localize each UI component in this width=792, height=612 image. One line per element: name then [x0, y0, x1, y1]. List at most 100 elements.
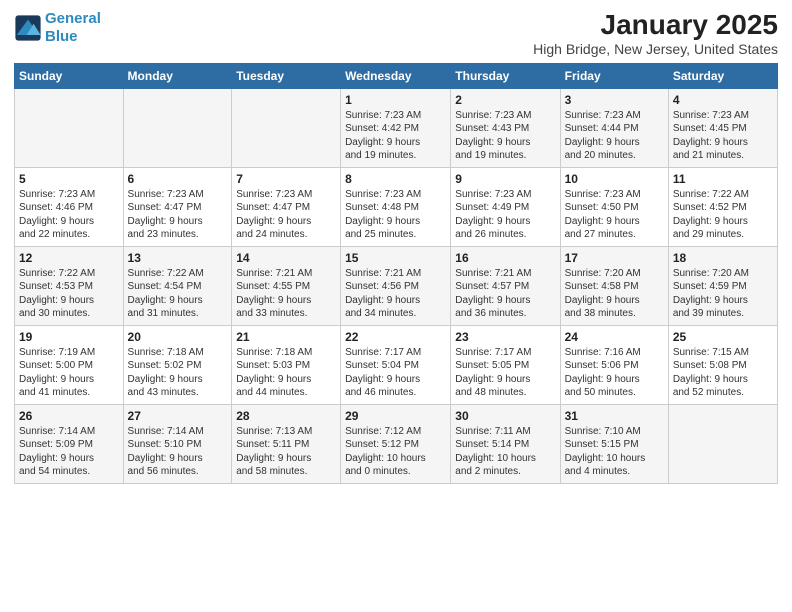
day-number: 15 — [345, 251, 446, 265]
day-number: 8 — [345, 172, 446, 186]
day-info: Sunrise: 7:18 AM Sunset: 5:03 PM Dayligh… — [236, 346, 336, 400]
logo-blue: Blue — [45, 28, 78, 45]
day-cell: 31Sunrise: 7:10 AM Sunset: 5:15 PM Dayli… — [560, 404, 668, 483]
day-cell: 20 Sunrise: 7:18 AM Sunset: 5:02 PM Dayli… — [123, 325, 232, 404]
day-info: Sunrise: 7:19 AM Sunset: 5:00 PM Dayligh… — [19, 346, 119, 400]
day-number: 1 — [345, 93, 446, 107]
day-number: 6 — [128, 172, 228, 186]
title-block: January 2025 High Bridge, New Jersey, Un… — [533, 10, 778, 57]
day-number: 19 — [19, 330, 119, 344]
day-info: Sunrise: 7:17 AM Sunset: 5:04 PM Dayligh… — [345, 346, 446, 400]
day-number: 4 — [673, 93, 773, 107]
day-info: Sunrise: 7:21 AM Sunset: 4:57 PM Dayligh… — [455, 267, 555, 321]
calendar-header-row: SundayMondayTuesdayWednesdayThursdayFrid… — [15, 63, 778, 88]
day-info: Sunrise: 7:16 AM Sunset: 5:06 PM Dayligh… — [565, 346, 664, 400]
day-number: 7 — [236, 172, 336, 186]
day-cell: 15 Sunrise: 7:21 AM Sunset: 4:56 PM Dayli… — [341, 246, 451, 325]
col-header-monday: Monday — [123, 63, 232, 88]
day-info: Sunrise: 7:18 AM Sunset: 5:02 PM Dayligh… — [128, 346, 228, 400]
day-cell — [123, 88, 232, 167]
day-number: 26 — [19, 409, 119, 423]
day-cell — [668, 404, 777, 483]
day-info: Sunrise: 7:12 AM Sunset: 5:12 PM Dayligh… — [345, 425, 446, 479]
day-number: 16 — [455, 251, 555, 265]
day-cell: 5 Sunrise: 7:23 AM Sunset: 4:46 PM Daylig… — [15, 167, 124, 246]
day-number: 27 — [128, 409, 228, 423]
day-cell: 4 Sunrise: 7:23 AM Sunset: 4:45 PM Daylig… — [668, 88, 777, 167]
day-number: 9 — [455, 172, 555, 186]
day-info: Sunrise: 7:15 AM Sunset: 5:08 PM Dayligh… — [673, 346, 773, 400]
day-info: Sunrise: 7:23 AM Sunset: 4:48 PM Dayligh… — [345, 188, 446, 242]
day-number: 5 — [19, 172, 119, 186]
day-cell: 24Sunrise: 7:16 AM Sunset: 5:06 PM Dayli… — [560, 325, 668, 404]
day-cell: 30 Sunrise: 7:11 AM Sunset: 5:14 PM Dayli… — [451, 404, 560, 483]
day-info: Sunrise: 7:21 AM Sunset: 4:56 PM Dayligh… — [345, 267, 446, 321]
day-info: Sunrise: 7:17 AM Sunset: 5:05 PM Dayligh… — [455, 346, 555, 400]
day-info: Sunrise: 7:23 AM Sunset: 4:45 PM Dayligh… — [673, 109, 773, 163]
col-header-sunday: Sunday — [15, 63, 124, 88]
logo: General Blue — [14, 10, 101, 46]
month-title: January 2025 — [533, 10, 778, 41]
day-info: Sunrise: 7:21 AM Sunset: 4:55 PM Dayligh… — [236, 267, 336, 321]
day-number: 22 — [345, 330, 446, 344]
day-info: Sunrise: 7:10 AM Sunset: 5:15 PM Dayligh… — [565, 425, 664, 479]
day-info: Sunrise: 7:23 AM Sunset: 4:47 PM Dayligh… — [128, 188, 228, 242]
day-number: 25 — [673, 330, 773, 344]
day-cell: 28 Sunrise: 7:13 AM Sunset: 5:11 PM Dayli… — [232, 404, 341, 483]
day-number: 28 — [236, 409, 336, 423]
day-number: 12 — [19, 251, 119, 265]
day-cell: 14Sunrise: 7:21 AM Sunset: 4:55 PM Dayli… — [232, 246, 341, 325]
day-number: 10 — [565, 172, 664, 186]
day-number: 18 — [673, 251, 773, 265]
day-number: 3 — [565, 93, 664, 107]
day-cell: 29 Sunrise: 7:12 AM Sunset: 5:12 PM Dayli… — [341, 404, 451, 483]
col-header-friday: Friday — [560, 63, 668, 88]
day-cell: 27 Sunrise: 7:14 AM Sunset: 5:10 PM Dayli… — [123, 404, 232, 483]
day-info: Sunrise: 7:20 AM Sunset: 4:58 PM Dayligh… — [565, 267, 664, 321]
day-info: Sunrise: 7:23 AM Sunset: 4:47 PM Dayligh… — [236, 188, 336, 242]
day-info: Sunrise: 7:14 AM Sunset: 5:10 PM Dayligh… — [128, 425, 228, 479]
day-number: 20 — [128, 330, 228, 344]
day-cell: 10 Sunrise: 7:23 AM Sunset: 4:50 PM Dayli… — [560, 167, 668, 246]
day-cell: 11Sunrise: 7:22 AM Sunset: 4:52 PM Dayli… — [668, 167, 777, 246]
day-cell: 3 Sunrise: 7:23 AM Sunset: 4:44 PM Daylig… — [560, 88, 668, 167]
day-number: 23 — [455, 330, 555, 344]
day-cell: 1 Sunrise: 7:23 AM Sunset: 4:42 PM Daylig… — [341, 88, 451, 167]
day-cell: 6 Sunrise: 7:23 AM Sunset: 4:47 PM Daylig… — [123, 167, 232, 246]
day-info: Sunrise: 7:22 AM Sunset: 4:53 PM Dayligh… — [19, 267, 119, 321]
day-info: Sunrise: 7:23 AM Sunset: 4:50 PM Dayligh… — [565, 188, 664, 242]
week-row-3: 12 Sunrise: 7:22 AM Sunset: 4:53 PM Dayli… — [15, 246, 778, 325]
day-info: Sunrise: 7:23 AM Sunset: 4:42 PM Dayligh… — [345, 109, 446, 163]
col-header-tuesday: Tuesday — [232, 63, 341, 88]
week-row-5: 26 Sunrise: 7:14 AM Sunset: 5:09 PM Dayli… — [15, 404, 778, 483]
week-row-4: 19 Sunrise: 7:19 AM Sunset: 5:00 PM Dayli… — [15, 325, 778, 404]
week-row-2: 5 Sunrise: 7:23 AM Sunset: 4:46 PM Daylig… — [15, 167, 778, 246]
day-number: 30 — [455, 409, 555, 423]
location: High Bridge, New Jersey, United States — [533, 41, 778, 57]
day-cell: 21 Sunrise: 7:18 AM Sunset: 5:03 PM Dayli… — [232, 325, 341, 404]
day-number: 21 — [236, 330, 336, 344]
day-info: Sunrise: 7:22 AM Sunset: 4:52 PM Dayligh… — [673, 188, 773, 242]
logo-text: General Blue — [45, 10, 101, 46]
day-info: Sunrise: 7:13 AM Sunset: 5:11 PM Dayligh… — [236, 425, 336, 479]
day-info: Sunrise: 7:20 AM Sunset: 4:59 PM Dayligh… — [673, 267, 773, 321]
calendar-table: SundayMondayTuesdayWednesdayThursdayFrid… — [14, 63, 778, 484]
day-info: Sunrise: 7:23 AM Sunset: 4:44 PM Dayligh… — [565, 109, 664, 163]
day-cell: 13Sunrise: 7:22 AM Sunset: 4:54 PM Dayli… — [123, 246, 232, 325]
page: General Blue January 2025 High Bridge, N… — [0, 0, 792, 612]
header: General Blue January 2025 High Bridge, N… — [14, 10, 778, 57]
day-number: 29 — [345, 409, 446, 423]
day-cell: 8 Sunrise: 7:23 AM Sunset: 4:48 PM Daylig… — [341, 167, 451, 246]
day-cell: 19 Sunrise: 7:19 AM Sunset: 5:00 PM Dayli… — [15, 325, 124, 404]
day-info: Sunrise: 7:23 AM Sunset: 4:49 PM Dayligh… — [455, 188, 555, 242]
day-info: Sunrise: 7:23 AM Sunset: 4:46 PM Dayligh… — [19, 188, 119, 242]
day-info: Sunrise: 7:11 AM Sunset: 5:14 PM Dayligh… — [455, 425, 555, 479]
day-cell: 25 Sunrise: 7:15 AM Sunset: 5:08 PM Dayli… — [668, 325, 777, 404]
day-info: Sunrise: 7:14 AM Sunset: 5:09 PM Dayligh… — [19, 425, 119, 479]
day-cell — [232, 88, 341, 167]
logo-icon — [14, 14, 42, 42]
day-info: Sunrise: 7:23 AM Sunset: 4:43 PM Dayligh… — [455, 109, 555, 163]
day-number: 17 — [565, 251, 664, 265]
day-number: 13 — [128, 251, 228, 265]
day-cell: 2Sunrise: 7:23 AM Sunset: 4:43 PM Daylig… — [451, 88, 560, 167]
